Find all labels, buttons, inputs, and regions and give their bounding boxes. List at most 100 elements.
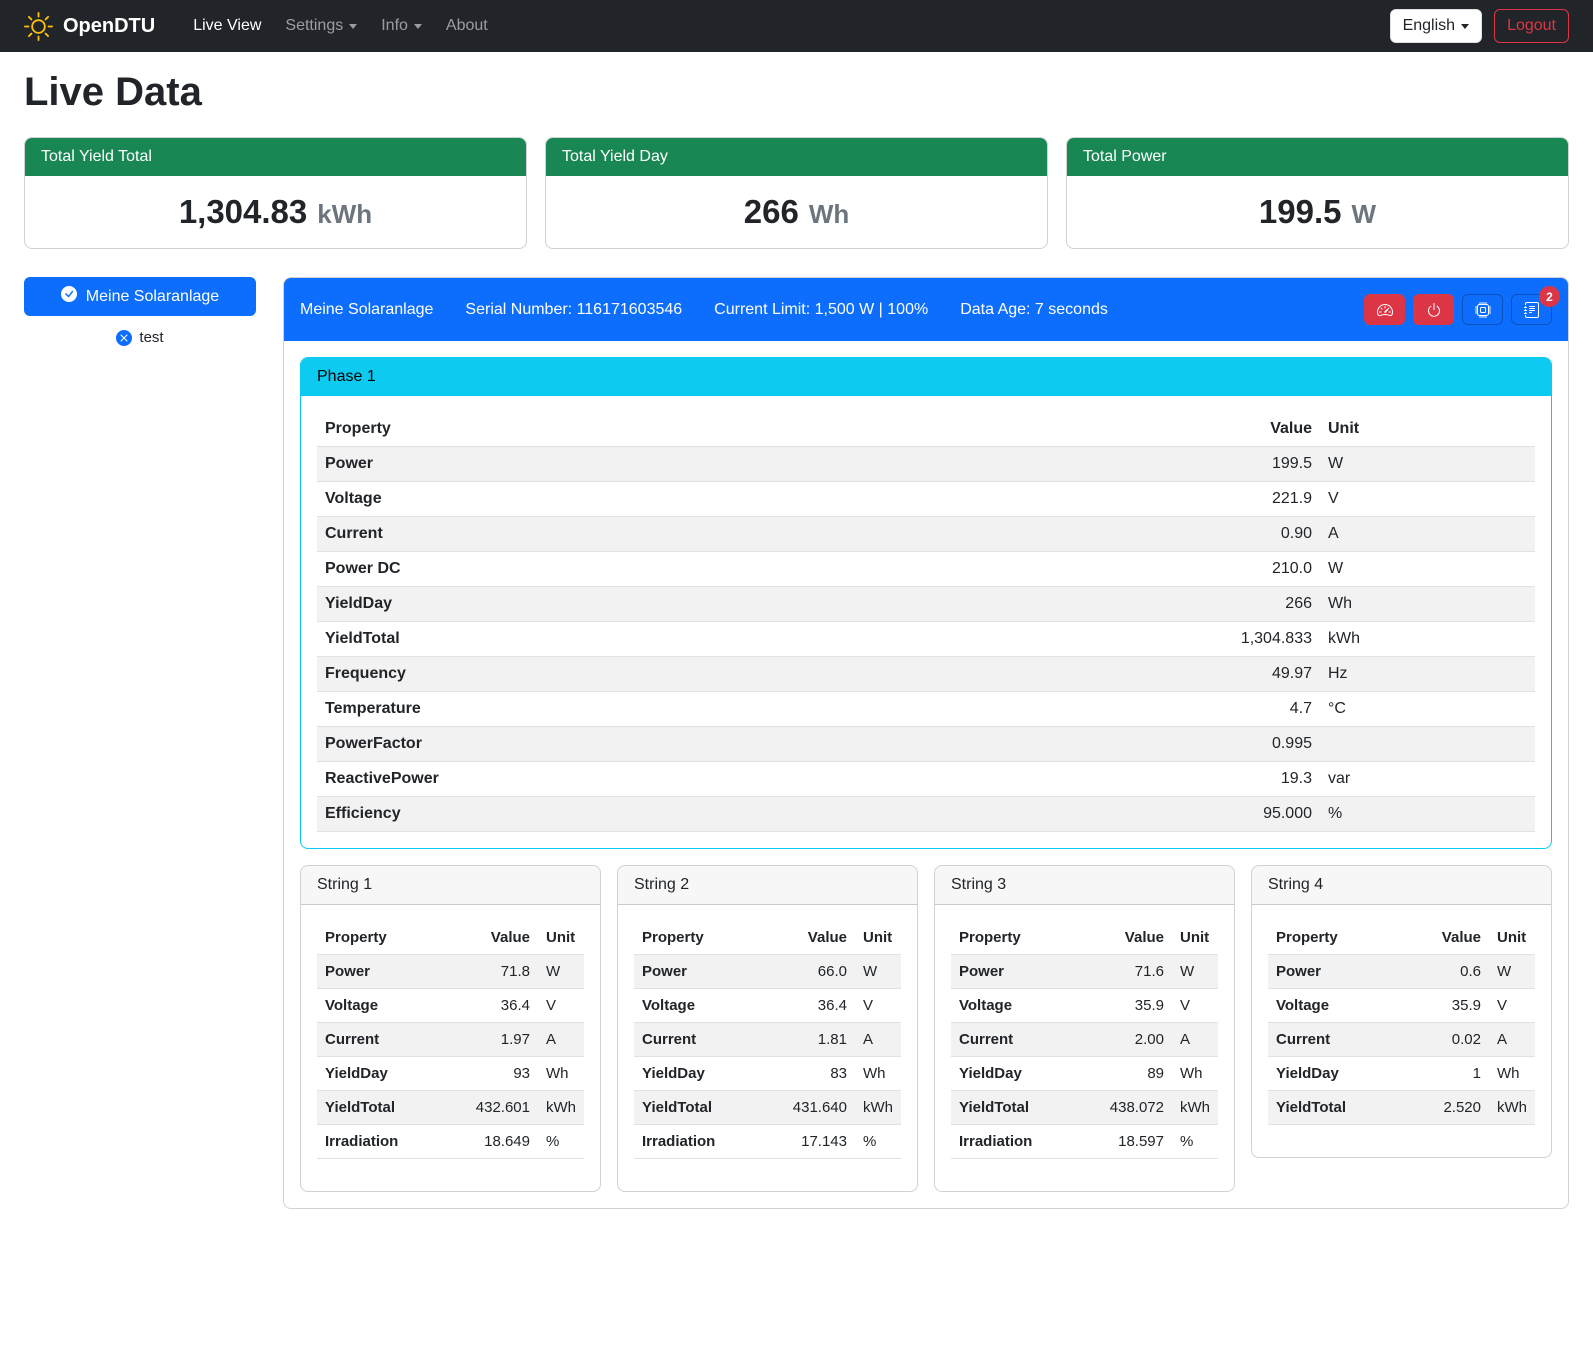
inverter-actions: 2 [1364,294,1552,325]
table-row: Voltage35.9V [951,989,1218,1023]
property-value: 210.0 [1160,552,1320,587]
phase-header-value: Value [1160,412,1320,447]
property-name: YieldDay [634,1057,783,1091]
event-log-button[interactable]: 2 [1511,294,1552,325]
phase-card: Phase 1 PropertyValueUnitPower199.5WVolt… [300,357,1552,849]
property-name: Voltage [317,989,466,1023]
property-unit: kWh [1489,1091,1535,1125]
property-name: PowerFactor [317,727,1160,762]
table-row: Voltage35.9V [1268,989,1535,1023]
sidebar-item-meine-solaranlage[interactable]: Meine Solaranlage [24,277,256,316]
property-value: 1.97 [466,1023,538,1057]
property-value: 36.4 [466,989,538,1023]
gauge-icon [1377,302,1393,318]
summary-value: 1,304.83 [179,193,307,230]
table-row: Voltage36.4V [317,989,584,1023]
property-value: 1,304.833 [1160,622,1320,657]
nav-item-label: Settings [285,17,343,35]
table-row: Voltage36.4V [634,989,901,1023]
nav-item-about[interactable]: About [434,9,500,43]
string-3-header-unit: Unit [1172,921,1218,955]
live-data-page: Live Data Total Yield Total 1,304.83kWh … [0,52,1593,1233]
property-name: Current [951,1023,1100,1057]
string-4-header-unit: Unit [1489,921,1535,955]
string-3-header-property: Property [951,921,1100,955]
property-value: 93 [466,1057,538,1091]
limit-settings-button[interactable] [1364,294,1405,325]
table-row: Power199.5W [317,447,1535,482]
journal-icon [1524,302,1540,318]
property-unit: A [855,1023,901,1057]
brand[interactable]: OpenDTU [24,12,155,41]
property-value: 266 [1160,587,1320,622]
logout-button[interactable]: Logout [1494,9,1569,43]
property-value: 35.9 [1100,989,1172,1023]
inverter-sidebar: Meine Solaranlage test [24,277,256,346]
property-unit: A [1320,517,1535,552]
property-value: 71.6 [1100,955,1172,989]
string-1-header-property: Property [317,921,466,955]
property-unit: W [1172,955,1218,989]
property-name: Voltage [1268,989,1417,1023]
property-value: 0.02 [1417,1023,1489,1057]
property-unit: Wh [538,1057,584,1091]
nav-item-settings[interactable]: Settings [273,9,369,43]
table-row: Voltage221.9V [317,482,1535,517]
phase-header-unit: Unit [1320,412,1535,447]
table-row: PowerFactor0.995 [317,727,1535,762]
property-value: 0.995 [1160,727,1320,762]
property-name: Irradiation [317,1125,466,1159]
table-row: YieldTotal438.072kWh [951,1091,1218,1125]
property-unit: kWh [855,1091,901,1125]
property-value: 431.640 [783,1091,855,1125]
device-info-button[interactable] [1462,294,1503,325]
property-value: 49.97 [1160,657,1320,692]
property-name: Irradiation [951,1125,1100,1159]
property-name: Power [951,955,1100,989]
nav-item-label: About [446,17,488,35]
inverter-serial: Serial Number: 116171603546 [465,301,682,319]
property-value: 18.597 [1100,1125,1172,1159]
chevron-down-icon [414,24,422,29]
property-value: 89 [1100,1057,1172,1091]
sidebar-item-label: Meine Solaranlage [86,288,219,306]
string-table: PropertyValueUnitPower0.6WVoltage35.9VCu… [1268,921,1535,1125]
string-card-3: String 3 PropertyValueUnitPower71.6WVolt… [934,865,1235,1192]
property-name: YieldTotal [317,1091,466,1125]
property-name: Power [317,955,466,989]
table-row: YieldDay1Wh [1268,1057,1535,1091]
property-name: Power [1268,955,1417,989]
property-name: Voltage [317,482,1160,517]
language-selector[interactable]: English [1390,9,1482,43]
table-row: Irradiation17.143% [634,1125,901,1159]
property-value: 4.7 [1160,692,1320,727]
property-value: 19.3 [1160,762,1320,797]
nav-menu: Live View Settings Info About [181,9,500,43]
property-name: Power [317,447,1160,482]
summary-card-title: Total Yield Day [546,138,1047,176]
string-1-header-value: Value [466,921,538,955]
nav-item-live-view[interactable]: Live View [181,9,273,43]
sidebar-item-test[interactable]: test [24,329,256,346]
property-value: 18.649 [466,1125,538,1159]
property-name: YieldDay [951,1057,1100,1091]
property-unit: V [1320,482,1535,517]
property-name: Current [634,1023,783,1057]
table-row: Current1.81A [634,1023,901,1057]
table-row: Efficiency95.000% [317,797,1535,832]
table-row: Current2.00A [951,1023,1218,1057]
string-card-2: String 2 PropertyValueUnitPower66.0WVolt… [617,865,918,1192]
table-row: Power DC210.0W [317,552,1535,587]
string-1-header-unit: Unit [538,921,584,955]
property-value: 221.9 [1160,482,1320,517]
strings-grid: String 1 PropertyValueUnitPower71.8WVolt… [300,865,1552,1192]
property-value: 199.5 [1160,447,1320,482]
property-unit: V [1489,989,1535,1023]
power-toggle-button[interactable] [1413,294,1454,325]
nav-item-info[interactable]: Info [369,9,434,43]
property-unit: V [1172,989,1218,1023]
chevron-down-icon [349,24,357,29]
property-unit: A [1172,1023,1218,1057]
string-4-header-row: PropertyValueUnit [1268,921,1535,955]
property-name: Power [634,955,783,989]
